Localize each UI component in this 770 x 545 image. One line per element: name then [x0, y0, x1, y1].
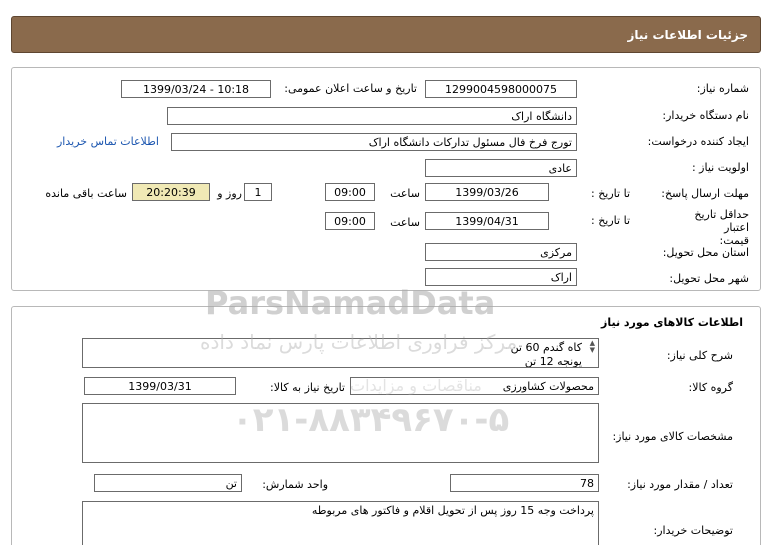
goods-section-title: اطلاعات کالاهای مورد نیاز: [601, 316, 743, 329]
buyer-contact-link[interactable]: اطلاعات تماس خریدار: [57, 135, 159, 148]
page-header: جزئیات اطلاعات نیاز: [11, 16, 761, 53]
requester-label: ایجاد کننده درخواست:: [647, 135, 749, 148]
remaining-time-field: 20:20:39: [132, 183, 210, 201]
summary-line-1: کاه گندم 60 تن: [510, 341, 582, 354]
need-date-label: تاریخ نیاز به کالا:: [270, 381, 345, 394]
goods-group-label: گروه کالا:: [688, 381, 733, 394]
days-remaining-field: 1: [244, 183, 272, 201]
validity-time-label: ساعت: [390, 216, 420, 229]
city-field: اراک: [425, 268, 577, 286]
buyer-org-field: دانشگاه اراک: [167, 107, 577, 125]
days-label: روز و: [217, 187, 242, 200]
unit-label: واحد شمارش:: [262, 478, 328, 491]
deadline-label: مهلت ارسال پاسخ:: [661, 187, 749, 200]
validity-time-field: 09:00: [325, 212, 375, 230]
validity-date-field: 1399/04/31: [425, 212, 549, 230]
need-number-label: شماره نیاز:: [696, 82, 749, 95]
priority-field: عادی: [425, 159, 577, 177]
city-label: شهر محل تحویل:: [669, 272, 749, 285]
specs-textarea[interactable]: [82, 403, 599, 463]
deadline-date-field: 1399/03/26: [425, 183, 549, 201]
validity-to-date-label: تا تاریخ :: [591, 214, 630, 227]
announce-date-label: تاریخ و ساعت اعلان عمومی:: [284, 82, 417, 95]
unit-field: تن: [94, 474, 242, 492]
specs-label: مشخصات کالای مورد نیاز:: [612, 430, 733, 443]
need-number-field: 1299004598000075: [425, 80, 577, 98]
page-title: جزئیات اطلاعات نیاز: [627, 28, 748, 42]
goods-group-field: محصولات کشاورزی: [350, 377, 599, 395]
buyer-notes-textarea[interactable]: پرداخت وجه 15 روز پس از تحویل اقلام و فا…: [82, 501, 599, 545]
validity-label: حداقل تاریخ اعتبار قیمت:: [694, 208, 749, 247]
deadline-time-label: ساعت: [390, 187, 420, 200]
province-label: استان محل تحویل:: [662, 246, 749, 259]
remaining-time-label: ساعت باقی مانده: [45, 187, 127, 200]
scroll-spinner-icon[interactable]: ▲ ▼: [590, 340, 595, 354]
requester-field: تورج فرخ فال مسئول تدارکات دانشگاه اراک: [171, 133, 577, 151]
need-details-panel: [11, 67, 761, 291]
summary-textarea[interactable]: کاه گندم 60 تن یونجه 12 تن ▲ ▼: [82, 338, 599, 368]
deadline-time-field: 09:00: [325, 183, 375, 201]
need-date-field: 1399/03/31: [84, 377, 236, 395]
province-field: مرکزی: [425, 243, 577, 261]
buyer-notes-label: توضیحات خریدار:: [653, 524, 734, 537]
summary-label: شرح کلی نیاز:: [666, 349, 733, 362]
announce-date-field: 1399/03/24 - 10:18: [121, 80, 271, 98]
quantity-field: 78: [450, 474, 599, 492]
deadline-to-date-label: تا تاریخ :: [591, 187, 630, 200]
quantity-label: تعداد / مقدار مورد نیاز:: [627, 478, 733, 491]
summary-line-2: یونجه 12 تن: [524, 355, 582, 368]
buyer-org-label: نام دستگاه خریدار:: [662, 109, 749, 122]
priority-label: اولویت نیاز :: [691, 161, 749, 174]
